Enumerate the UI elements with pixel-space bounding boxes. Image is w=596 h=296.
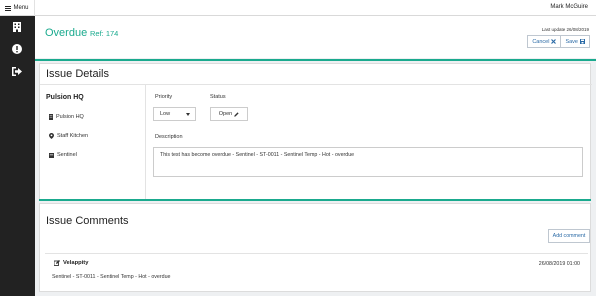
building-icon[interactable] (11, 21, 23, 33)
main-content: Overdue Ref: 174 Last update 26/08/2019 … (35, 16, 596, 296)
room-row: Staff Kitchen (49, 133, 88, 139)
priority-value: Low (160, 111, 171, 117)
divider (145, 84, 146, 201)
menu-button[interactable]: Menu (0, 0, 35, 16)
device-row: Sentinel (49, 152, 77, 158)
close-icon (551, 39, 557, 44)
divider (40, 84, 592, 85)
comment-text: Sentinel - ST-0011 - Sentinel Temp - Hot… (52, 274, 171, 280)
chevron-down-icon (186, 113, 190, 116)
description-field[interactable]: This test has become overdue - Sentinel … (153, 147, 583, 177)
location-name: Pulsion HQ (46, 94, 84, 101)
cancel-label: Cancel (532, 38, 550, 45)
page-header: Overdue Ref: 174 Last update 26/08/2019 … (35, 16, 596, 58)
room-name: Staff Kitchen (57, 133, 89, 139)
add-comment-label: Add comment (552, 233, 586, 239)
description-label: Description (155, 134, 183, 140)
comment-author: Velappity (54, 260, 88, 266)
status-button[interactable]: Open (210, 107, 248, 121)
add-comment-button[interactable]: Add comment (548, 229, 590, 243)
comment-item: Velappity 26/08/2019 01:00 Sentinel - ST… (45, 253, 588, 286)
edit-icon (54, 260, 60, 266)
map-marker-icon (49, 133, 54, 139)
pencil-icon (234, 111, 239, 117)
save-button[interactable]: Save (561, 35, 590, 48)
device-icon (49, 152, 54, 158)
issue-details-panel: Issue Details (39, 63, 592, 201)
hamburger-icon (5, 5, 12, 12)
floppy-icon (580, 39, 585, 44)
building-icon (49, 114, 53, 120)
accent-line (39, 199, 591, 201)
reference-label: Ref: 174 (90, 29, 119, 38)
status-value: Open (218, 111, 233, 117)
sidebar (0, 16, 35, 296)
user-name[interactable]: Mark McGuire (550, 4, 588, 10)
priority-label: Priority (155, 94, 173, 100)
cancel-button[interactable]: Cancel (527, 35, 562, 48)
building-row: Pulsion HQ (49, 114, 84, 120)
issue-comments-title: Issue Comments (46, 215, 129, 227)
issue-details-title: Issue Details (46, 68, 109, 80)
device-name: Sentinel (57, 152, 77, 158)
save-label: Save (565, 38, 578, 45)
action-buttons: Cancel Save (527, 35, 590, 48)
priority-select[interactable]: Low (153, 107, 196, 121)
comment-author-name: Velappity (63, 260, 89, 266)
accent-line (35, 59, 596, 61)
top-bar: Menu Mark McGuire (0, 0, 596, 16)
last-update-label: Last update 26/08/2019 (541, 27, 589, 32)
comment-date: 26/08/2019 01:00 (538, 261, 580, 267)
sign-out-icon[interactable] (11, 65, 23, 77)
page-title: Overdue (45, 27, 88, 39)
status-label: Status (210, 94, 226, 100)
description-value: This test has become overdue - Sentinel … (160, 152, 355, 158)
alert-circle-icon[interactable] (11, 43, 23, 55)
building-name: Pulsion HQ (56, 114, 84, 120)
menu-label: Menu (13, 5, 29, 11)
